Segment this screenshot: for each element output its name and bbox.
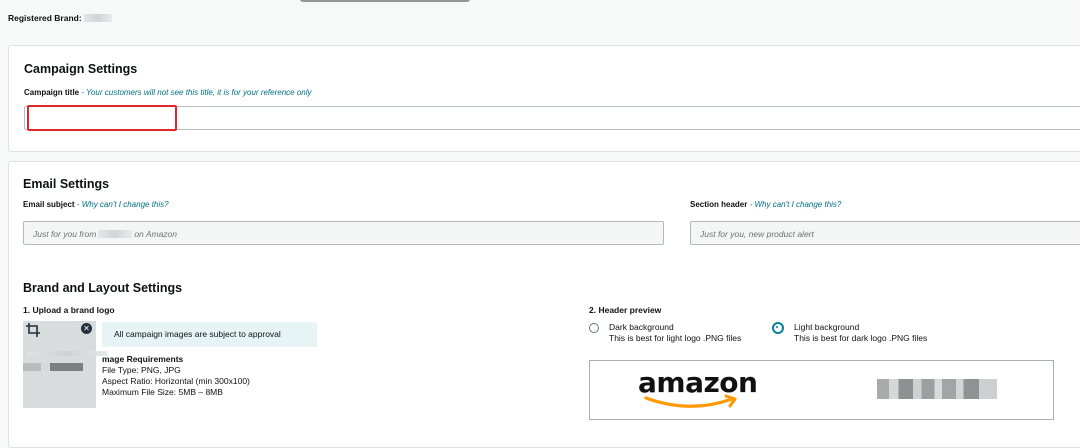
crop-icon[interactable] — [26, 323, 40, 337]
email-settings-title: Email Settings — [23, 177, 110, 191]
upload-logo-label: 1. Upload a brand logo — [23, 305, 115, 315]
aspect-ratio-requirement: Aspect Ratio: Horizontal (min 300x100) — [102, 376, 250, 386]
email-subject-prefix: Just for you from — [33, 229, 97, 239]
campaign-title-highlight — [27, 105, 177, 131]
email-subject-label: Email subject - Why can't I change this? — [23, 200, 169, 209]
brand-layout-title: Brand and Layout Settings — [23, 281, 183, 295]
registered-brand-label: Registered Brand: — [8, 13, 82, 23]
campaign-title-hint: - Your customers will not see this title… — [79, 88, 312, 97]
section-header-value: Just for you, new product alert — [700, 229, 814, 239]
page-title-fragment — [300, 0, 470, 2]
logo-upload-box[interactable]: ✕ — [23, 321, 107, 408]
light-background-note: This is best for dark logo .PNG files — [794, 333, 928, 343]
image-requirements-title: mage Requirements — [102, 354, 184, 364]
file-size-requirement: Maximum File Size: 5MB – 8MB — [102, 387, 223, 397]
image-requirements: mage Requirements File Type: PNG, JPG As… — [102, 354, 250, 398]
logo-preview-redacted — [23, 363, 83, 371]
campaign-settings-title: Campaign Settings — [24, 62, 138, 76]
section-header-label: Section header - Why can't I change this… — [690, 200, 841, 209]
light-background-radio[interactable] — [772, 322, 784, 334]
email-subject-label-text: Email subject — [23, 200, 75, 209]
campaign-title-label-text: Campaign title — [24, 88, 80, 97]
campaign-title-input[interactable] — [24, 106, 1080, 130]
dark-background-option[interactable]: Dark background This is best for light l… — [609, 322, 741, 344]
dark-background-note: This is best for light logo .PNG files — [609, 333, 742, 343]
light-background-label: Light background — [794, 322, 860, 332]
brand-name-redacted — [83, 14, 112, 22]
amazon-smile-icon — [644, 394, 737, 408]
logo-preview-redacted-top — [27, 351, 107, 356]
close-icon[interactable]: ✕ — [81, 323, 92, 334]
email-subject-value: Just for you from on Amazon — [33, 229, 177, 239]
email-subject-brand-redacted — [98, 230, 133, 238]
section-header-label-text: Section header — [690, 200, 748, 209]
section-header-input[interactable]: Just for you, new product alert — [690, 221, 1080, 245]
dark-background-radio[interactable] — [589, 323, 599, 333]
campaign-settings-card: Campaign Settings Campaign title - Your … — [8, 45, 1080, 152]
campaign-title-label: Campaign title - Your customers will not… — [24, 88, 312, 97]
light-background-option[interactable]: Light background This is best for dark l… — [794, 322, 927, 344]
approval-notice: All campaign images are subject to appro… — [102, 322, 317, 347]
brand-logo-preview-redacted — [877, 379, 997, 399]
email-subject-input[interactable]: Just for you from on Amazon — [23, 221, 664, 245]
dark-background-label: Dark background — [609, 322, 674, 332]
header-preview-label: 2. Header preview — [589, 305, 662, 315]
header-preview-box: amazon — [589, 360, 1054, 420]
file-type-requirement: File Type: PNG, JPG — [102, 365, 181, 375]
registered-brand: Registered Brand: — [8, 13, 112, 23]
email-subject-help-link[interactable]: - Why can't I change this? — [75, 200, 169, 209]
section-header-help-link[interactable]: - Why can't I change this? — [747, 200, 842, 209]
email-subject-suffix: on Amazon — [134, 229, 177, 239]
